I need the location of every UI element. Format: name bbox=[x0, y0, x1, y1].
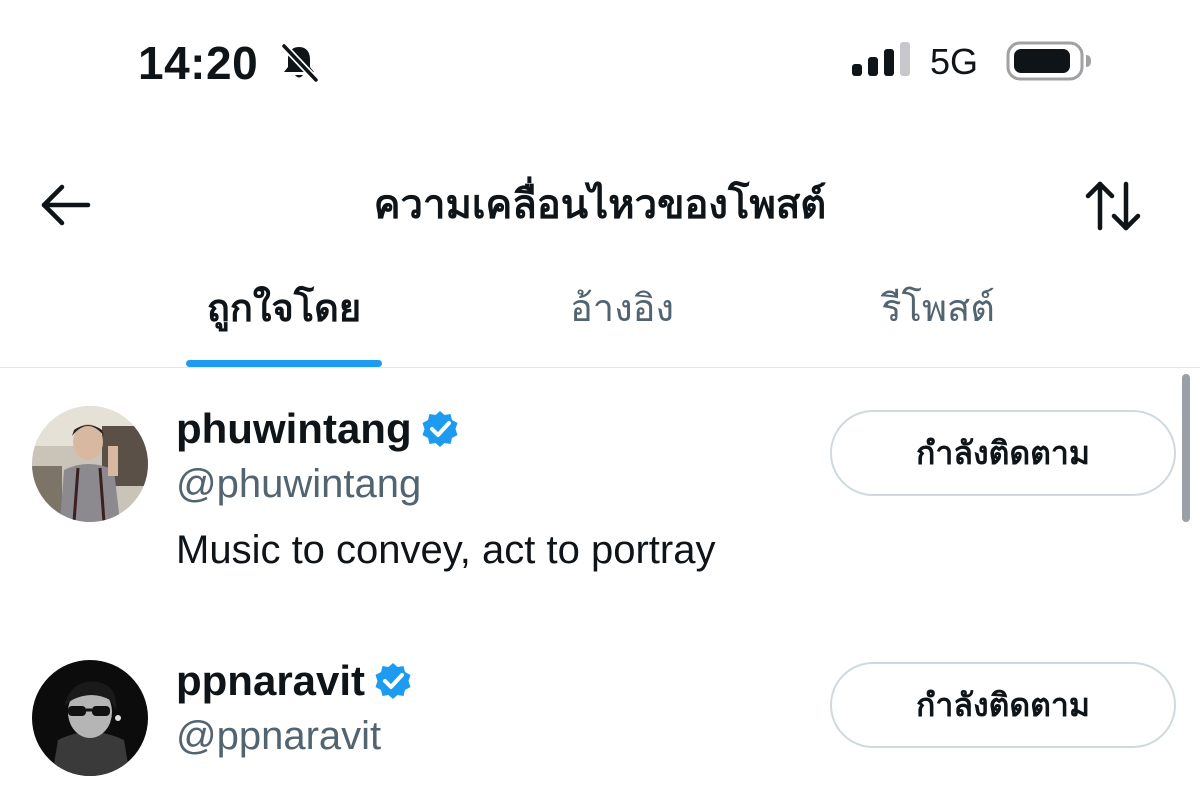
tab-reposts[interactable]: รีโพสต์ bbox=[838, 282, 1038, 368]
user-name-line: phuwintang bbox=[176, 404, 460, 454]
tab-likes[interactable]: ถูกใจโดย bbox=[186, 282, 382, 368]
tab-quotes[interactable]: อ้างอิง bbox=[522, 282, 722, 368]
avatar[interactable] bbox=[32, 660, 148, 776]
active-tab-indicator bbox=[186, 360, 382, 367]
following-button[interactable]: กำลังติดตาม bbox=[830, 662, 1176, 748]
avatar-photo-icon bbox=[32, 406, 148, 522]
tab-bar: ถูกใจโดย อ้างอิง รีโพสต์ bbox=[0, 272, 1200, 368]
bell-off-icon bbox=[281, 43, 319, 83]
battery-icon bbox=[1006, 41, 1091, 81]
user-bio: Music to convey, act to portray bbox=[176, 528, 716, 572]
avatar-photo-icon bbox=[32, 660, 148, 776]
header: ความเคลื่อนไหวของโพสต์ bbox=[0, 160, 1200, 250]
user-handle: @ppnaravit bbox=[176, 714, 382, 758]
verified-badge-icon bbox=[375, 663, 411, 699]
scrollbar[interactable] bbox=[1182, 374, 1190, 522]
user-list-item[interactable]: ppnaravit @ppnaravit กำลังติดตาม bbox=[0, 652, 1200, 786]
network-type: 5G bbox=[930, 41, 979, 82]
user-name-line: ppnaravit bbox=[176, 656, 413, 706]
user-display-name[interactable]: ppnaravit bbox=[176, 656, 365, 706]
following-button[interactable]: กำลังติดตาม bbox=[830, 410, 1176, 496]
status-time: 14:20 bbox=[138, 37, 259, 89]
page-title: ความเคลื่อนไหวของโพสต์ bbox=[373, 183, 827, 227]
user-list-item[interactable]: phuwintang @phuwintang Music to convey, … bbox=[0, 400, 1200, 620]
avatar[interactable] bbox=[32, 406, 148, 522]
status-bar: 14:20 5G bbox=[0, 0, 1200, 120]
verified-badge-icon bbox=[422, 411, 458, 447]
user-handle: @phuwintang bbox=[176, 462, 422, 506]
sort-arrows-icon[interactable] bbox=[1082, 178, 1144, 234]
user-display-name[interactable]: phuwintang bbox=[176, 404, 412, 454]
signal-icon bbox=[852, 42, 910, 76]
